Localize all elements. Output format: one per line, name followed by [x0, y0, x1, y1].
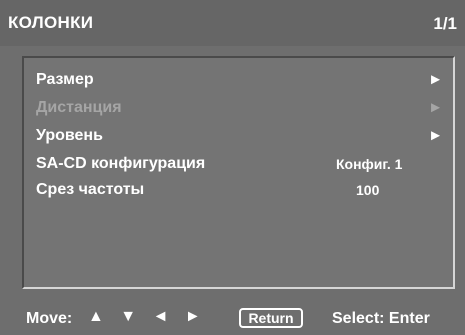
title-bar: КОЛОНКИ 1/1	[0, 0, 465, 46]
return-button[interactable]: Return	[239, 308, 303, 328]
select-hint: Select: Enter	[332, 310, 430, 327]
menu-item-distance: Дистанция ►	[36, 96, 443, 120]
menu-item-size[interactable]: Размер ►	[36, 68, 443, 92]
menu-item-value: Конфиг. 1	[336, 156, 403, 172]
footer-help-bar: Move: ▲ ▼ ◄ ► Return Select: Enter	[0, 300, 465, 335]
submenu-arrow-icon: ►	[428, 71, 443, 88]
menu-title: КОЛОНКИ	[8, 13, 94, 32]
menu-item-level[interactable]: Уровень ►	[36, 124, 443, 148]
submenu-arrow-icon: ►	[428, 99, 443, 116]
menu-item-label: Размер	[36, 71, 94, 88]
move-label: Move:	[26, 310, 73, 327]
move-arrows-icon: ▲ ▼ ◄ ►	[88, 308, 207, 325]
menu-item-value: 100	[356, 182, 380, 198]
menu-item-label: Срез частоты	[36, 181, 145, 198]
menu-item-label: Уровень	[36, 127, 103, 144]
page-indicator: 1/1	[433, 14, 457, 33]
submenu-arrow-icon: ►	[428, 127, 443, 144]
menu-panel: Размер ► Дистанция ► Уровень ► SA-CD кон…	[22, 56, 455, 289]
menu-item-label: SA-CD конфигурация	[36, 155, 206, 172]
menu-item-label: Дистанция	[36, 99, 122, 116]
menu-item-sacd-config[interactable]: SA-CD конфигурация Конфиг. 1	[36, 152, 443, 176]
menu-item-crossover[interactable]: Срез частоты 100	[36, 178, 443, 202]
